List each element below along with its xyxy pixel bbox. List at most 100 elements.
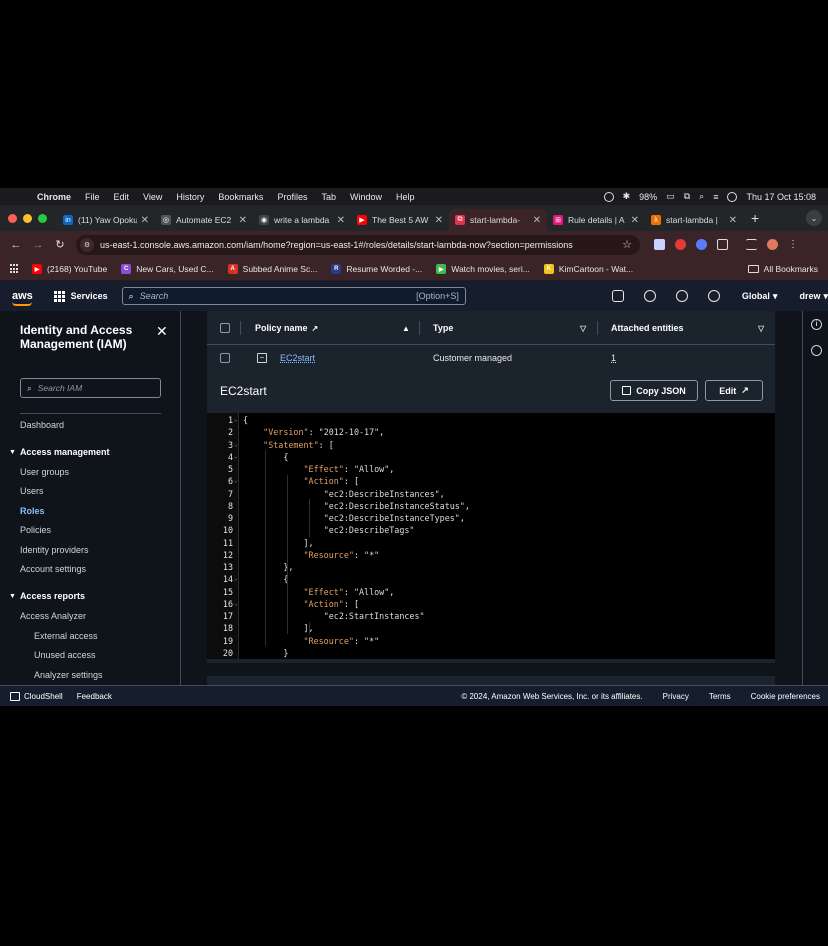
- cloudshell-icon[interactable]: [611, 290, 624, 302]
- notifications-bell-icon[interactable]: [643, 290, 656, 302]
- bookmark-item[interactable]: ▶ (2168) YouTube: [32, 264, 107, 274]
- edit-policy-button[interactable]: Edit ↗: [705, 380, 763, 401]
- bookmark-item[interactable]: K KimCartoon - Wat...: [543, 264, 633, 274]
- aws-search-input[interactable]: ⌕ Search [Option+S]: [121, 287, 466, 305]
- copy-json-button[interactable]: Copy JSON: [610, 380, 698, 401]
- fold-toggle-icon[interactable]: ⌄: [234, 414, 238, 426]
- forward-button[interactable]: →: [32, 239, 44, 251]
- menu-app-name[interactable]: Chrome: [37, 192, 71, 202]
- column-type[interactable]: Type: [433, 321, 453, 335]
- screen-mirror-icon[interactable]: ⧉: [684, 191, 690, 202]
- fold-toggle-icon[interactable]: ⌄: [234, 573, 238, 585]
- policy-name-link[interactable]: EC2start: [280, 352, 315, 364]
- bookmark-item[interactable]: R Resume Worded -...: [331, 264, 422, 274]
- close-tab-icon[interactable]: ✕: [631, 215, 639, 226]
- sidebar-item-user-groups[interactable]: User groups: [20, 467, 69, 477]
- siri-icon[interactable]: [727, 191, 738, 202]
- menu-history[interactable]: History: [176, 192, 204, 202]
- sidebar-item-users[interactable]: Users: [20, 486, 44, 496]
- back-button[interactable]: ←: [10, 239, 22, 251]
- sidebar-item-external-access[interactable]: External access: [34, 631, 98, 641]
- sidebar-item-identity-providers[interactable]: Identity providers: [20, 545, 89, 555]
- close-tab-icon[interactable]: ✕: [141, 215, 149, 226]
- menu-profiles[interactable]: Profiles: [277, 192, 307, 202]
- browser-tab[interactable]: ◉ write a lambda ✕: [253, 209, 351, 231]
- close-tab-icon[interactable]: ✕: [533, 215, 541, 226]
- browser-tab[interactable]: λ start-lambda | ✕: [645, 209, 743, 231]
- sidebar-item-policies[interactable]: Policies: [20, 525, 51, 535]
- menu-view[interactable]: View: [143, 192, 162, 202]
- sidebar-item-account-settings[interactable]: Account settings: [20, 564, 86, 574]
- fold-toggle-icon[interactable]: ⌄: [234, 475, 238, 487]
- extension-2-icon[interactable]: [675, 239, 686, 250]
- datetime[interactable]: Thu 17 Oct 15:08: [746, 192, 816, 202]
- browser-tab[interactable]: ⧉ start-lambda- ✕: [449, 209, 547, 231]
- site-info-icon[interactable]: ⚙: [80, 237, 94, 252]
- url-text[interactable]: us-east-1.console.aws.amazon.com/iam/hom…: [100, 240, 622, 250]
- region-selector[interactable]: Global ▾: [742, 291, 778, 302]
- bookmark-item[interactable]: A Subbed Anime Sc...: [227, 264, 317, 274]
- settings-gear-icon[interactable]: [707, 290, 720, 302]
- bookmark-star-icon[interactable]: ☆: [622, 238, 632, 251]
- sidebar-section-access-management[interactable]: ▼ Access management: [9, 447, 109, 457]
- services-menu[interactable]: Services: [53, 290, 108, 302]
- close-icon[interactable]: ✕: [156, 323, 168, 340]
- feedback-icon[interactable]: [811, 345, 822, 356]
- menu-window[interactable]: Window: [350, 192, 382, 202]
- search-icon[interactable]: ⌕: [699, 191, 704, 202]
- control-center-icon[interactable]: ≡: [713, 192, 718, 202]
- bookmark-item[interactable]: C New Cars, Used C...: [121, 264, 214, 274]
- extension-1-icon[interactable]: [654, 239, 665, 250]
- close-tab-icon[interactable]: ✕: [239, 215, 247, 226]
- sort-ascending-icon[interactable]: ▲: [402, 321, 410, 335]
- close-window-button[interactable]: [8, 213, 17, 223]
- search-iam-input[interactable]: ⌕ Search IAM: [20, 378, 161, 398]
- sidebar-item-unused-access[interactable]: Unused access: [34, 650, 96, 660]
- browser-tab[interactable]: in (11) Yaw Opoku ✕: [57, 209, 155, 231]
- new-tab-button[interactable]: +: [751, 210, 759, 226]
- sidebar-section-access-reports[interactable]: ▼ Access reports: [9, 591, 85, 601]
- select-all-checkbox[interactable]: [220, 323, 230, 333]
- privacy-link[interactable]: Privacy: [663, 692, 689, 701]
- menu-file[interactable]: File: [85, 192, 100, 202]
- chrome-menu-icon[interactable]: ⋮: [788, 239, 798, 250]
- sidebar-item-dashboard[interactable]: Dashboard: [20, 420, 64, 430]
- feedback-link[interactable]: Feedback: [77, 692, 112, 701]
- sidebar-item-analyzer-settings[interactable]: Analyzer settings: [34, 670, 103, 680]
- aws-logo[interactable]: aws: [12, 290, 34, 306]
- fold-toggle-icon[interactable]: ⌄: [234, 451, 238, 463]
- play-status-icon[interactable]: [603, 191, 614, 202]
- profile-avatar-icon[interactable]: [767, 239, 778, 250]
- omnibox[interactable]: ⚙ us-east-1.console.aws.amazon.com/iam/h…: [76, 234, 640, 255]
- terms-link[interactable]: Terms: [709, 692, 731, 701]
- browser-tab[interactable]: ⊞ Rule details | A ✕: [547, 209, 645, 231]
- bookmark-item[interactable]: ▶ Watch movies, seri...: [436, 264, 530, 274]
- help-icon[interactable]: [675, 290, 688, 302]
- close-tab-icon[interactable]: ✕: [435, 215, 443, 226]
- row-checkbox[interactable]: [220, 353, 230, 363]
- sort-icon[interactable]: ▽: [580, 321, 586, 335]
- attached-entities-count[interactable]: 1: [611, 352, 616, 364]
- apps-grid-icon[interactable]: [10, 264, 20, 274]
- close-tab-icon[interactable]: ✕: [729, 215, 737, 226]
- minimize-window-button[interactable]: [23, 213, 32, 223]
- cloudshell-button[interactable]: CloudShell: [10, 691, 63, 701]
- info-icon[interactable]: i: [811, 319, 822, 330]
- all-bookmarks[interactable]: All Bookmarks: [747, 264, 818, 274]
- account-menu[interactable]: drew ▾: [799, 291, 828, 302]
- json-code-editor[interactable]: 1 ⌄ 2 3 ⌄ 4 ⌄ 5 6 ⌄ 7 8 9 10 11 12 13 14 ⌄ 15 16 ⌄ 17 18 19 20 { …: [207, 413, 775, 659]
- browser-tab[interactable]: ◎ Automate EC2 ✕: [155, 209, 253, 231]
- reading-list-icon[interactable]: [746, 239, 757, 250]
- extension-3-icon[interactable]: [696, 239, 707, 250]
- fold-toggle-icon[interactable]: ⌄: [234, 598, 238, 610]
- column-attached-entities[interactable]: Attached entities: [611, 321, 684, 335]
- cookie-preferences-link[interactable]: Cookie preferences: [751, 692, 820, 701]
- tab-search-button[interactable]: ⌄: [806, 210, 822, 226]
- battery-icon[interactable]: ▭: [666, 191, 675, 202]
- reload-button[interactable]: ↻: [54, 238, 66, 251]
- collapse-row-button[interactable]: −: [257, 353, 267, 363]
- close-tab-icon[interactable]: ✕: [337, 215, 345, 226]
- extensions-puzzle-icon[interactable]: [717, 239, 728, 250]
- column-policy-name[interactable]: Policy name ↗: [255, 321, 318, 335]
- sidebar-item-roles[interactable]: Roles: [20, 506, 45, 516]
